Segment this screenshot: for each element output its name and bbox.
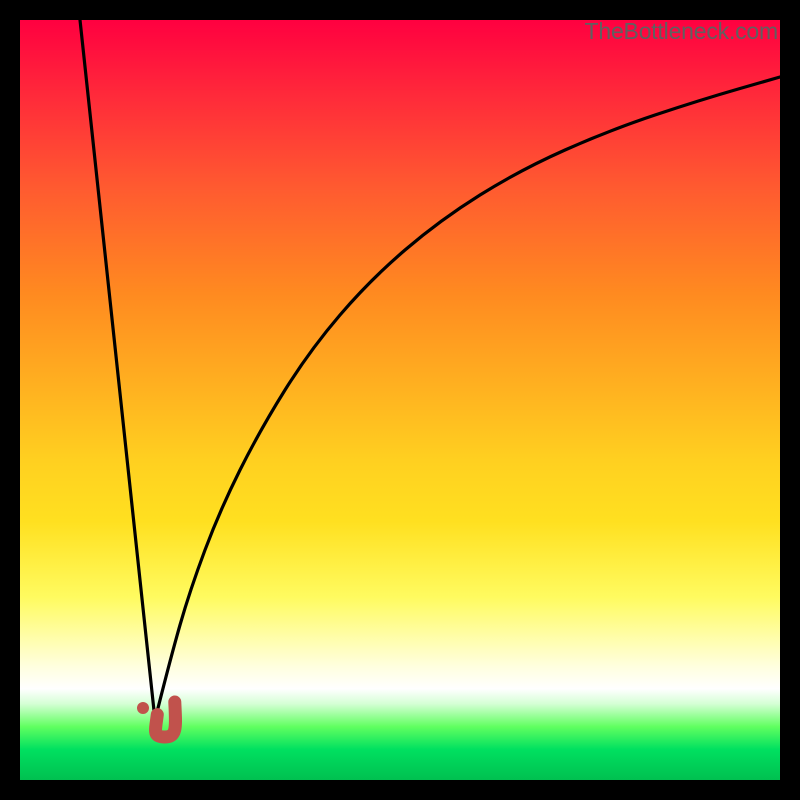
descent-line [80, 20, 155, 720]
chart-stage: TheBottleneck.com [0, 0, 800, 800]
plot-area: TheBottleneck.com [20, 20, 780, 780]
rising-curve [155, 77, 780, 720]
marker-dot [137, 702, 149, 714]
curves-svg [20, 20, 780, 780]
